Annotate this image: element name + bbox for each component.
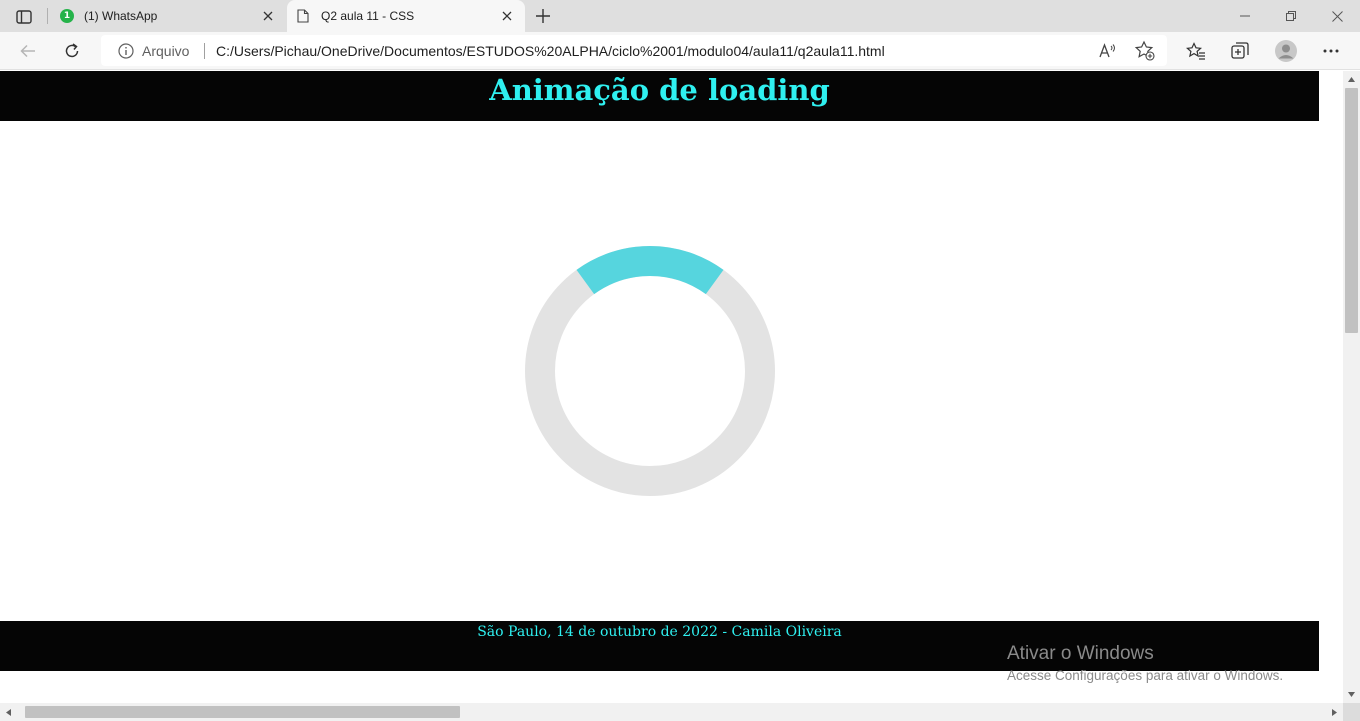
- tab-whatsapp[interactable]: 1 (1) WhatsApp: [50, 0, 286, 32]
- url-text[interactable]: C:/Users/Pichau/OneDrive/Documentos/ESTU…: [216, 43, 885, 59]
- site-info-label: Arquivo: [142, 43, 190, 59]
- close-window-button[interactable]: [1314, 0, 1360, 32]
- close-icon: [1331, 10, 1343, 22]
- page-icon: [297, 9, 311, 23]
- collections-button[interactable]: [1226, 37, 1254, 65]
- tab-q2-aula-11[interactable]: Q2 aula 11 - CSS: [287, 0, 525, 32]
- refresh-icon: [65, 43, 79, 58]
- close-tab-icon[interactable]: [260, 8, 276, 24]
- refresh-button[interactable]: [58, 37, 86, 65]
- plus-icon: [536, 9, 550, 23]
- favorites-icon: [1186, 42, 1205, 60]
- page-title: Animação de loading: [489, 73, 830, 107]
- scroll-up-arrow-icon[interactable]: [1343, 71, 1360, 88]
- back-button[interactable]: [14, 37, 42, 65]
- info-icon[interactable]: [117, 42, 135, 60]
- read-aloud-icon[interactable]: [1098, 41, 1118, 61]
- tab-separator: [47, 8, 48, 24]
- restore-icon: [1286, 11, 1296, 21]
- tab-title: Q2 aula 11 - CSS: [321, 9, 415, 23]
- scroll-down-arrow-icon[interactable]: [1343, 686, 1360, 703]
- horizontal-scrollbar[interactable]: [0, 703, 1343, 721]
- favorites-button[interactable]: [1182, 37, 1210, 65]
- scroll-left-arrow-icon[interactable]: [0, 703, 17, 721]
- loading-spinner: [525, 246, 775, 496]
- browser-toolbar: Arquivo C:/Users/Pichau/OneDrive/Documen…: [0, 32, 1360, 70]
- back-arrow-icon: [20, 44, 35, 58]
- tab-actions-button[interactable]: [10, 6, 38, 28]
- profile-button[interactable]: [1272, 37, 1300, 65]
- page-viewport: Animação de loading São Paulo, 14 de out…: [0, 71, 1343, 703]
- spinner-track: [525, 246, 775, 496]
- minimize-icon: [1240, 15, 1250, 17]
- footer-credits: São Paulo, 14 de outubro de 2022 - Camil…: [477, 624, 842, 640]
- collections-icon: [1231, 42, 1249, 59]
- new-tab-button[interactable]: [531, 5, 555, 27]
- tab-title: (1) WhatsApp: [84, 9, 158, 23]
- vertical-scrollbar[interactable]: [1343, 71, 1360, 703]
- avatar-icon: [1275, 40, 1297, 62]
- more-icon: [1323, 49, 1339, 53]
- page-header: Animação de loading: [0, 71, 1319, 121]
- tab-actions-icon: [16, 10, 32, 24]
- scroll-right-arrow-icon[interactable]: [1326, 703, 1343, 721]
- address-bar[interactable]: Arquivo C:/Users/Pichau/OneDrive/Documen…: [101, 35, 1167, 66]
- scrollbar-corner: [1343, 703, 1360, 721]
- vertical-scroll-thumb[interactable]: [1345, 88, 1358, 333]
- add-favorite-icon[interactable]: [1134, 40, 1156, 62]
- restore-button[interactable]: [1268, 0, 1314, 32]
- settings-more-button[interactable]: [1317, 37, 1345, 65]
- close-tab-icon[interactable]: [499, 8, 515, 24]
- address-divider: [204, 43, 205, 59]
- tab-strip: 1 (1) WhatsApp Q2 aula 11 - CSS: [0, 0, 1360, 32]
- notification-badge: 1: [60, 9, 74, 23]
- whatsapp-icon: 1: [60, 9, 74, 23]
- minimize-button[interactable]: [1222, 0, 1268, 32]
- spinner-arc: [576, 246, 724, 295]
- horizontal-scroll-thumb[interactable]: [25, 706, 460, 718]
- page-footer: São Paulo, 14 de outubro de 2022 - Camil…: [0, 621, 1319, 671]
